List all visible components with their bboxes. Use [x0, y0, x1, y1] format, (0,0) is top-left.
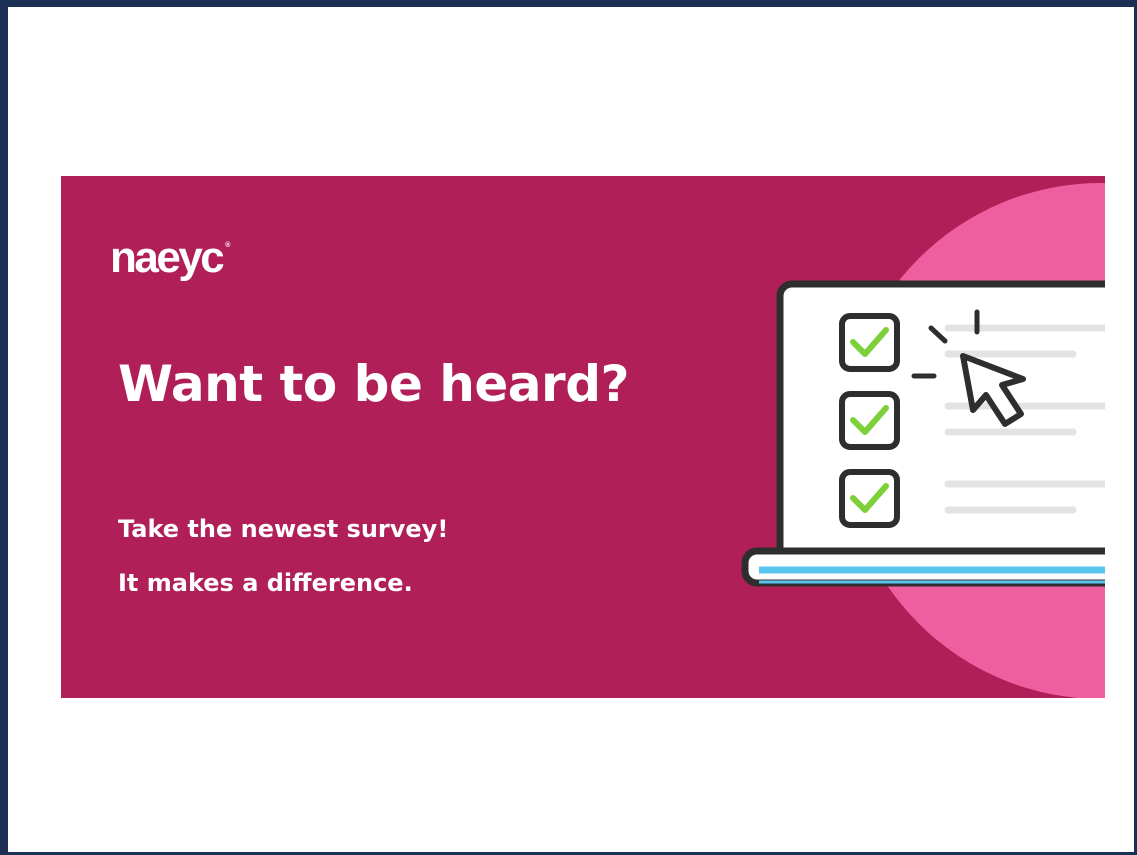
survey-banner[interactable]: naeyc ® Want to be heard? Take the newest… [61, 176, 1105, 698]
naeyc-logo: naeyc ® [110, 233, 231, 282]
checkbox-checked-icon [839, 391, 900, 450]
registered-mark: ® [225, 242, 231, 249]
headline: Want to be heard? [118, 355, 629, 413]
subline-survey: Take the newest survey! [118, 515, 449, 543]
checkbox-checked-icon [839, 313, 900, 372]
subline-difference: It makes a difference. [118, 569, 413, 597]
page-frame: naeyc ® Want to be heard? Take the newest… [0, 0, 1137, 855]
checkbox-checked-icon [839, 469, 900, 528]
logo-text: naeyc [110, 233, 225, 282]
laptop-survey-illustration [741, 280, 1105, 587]
